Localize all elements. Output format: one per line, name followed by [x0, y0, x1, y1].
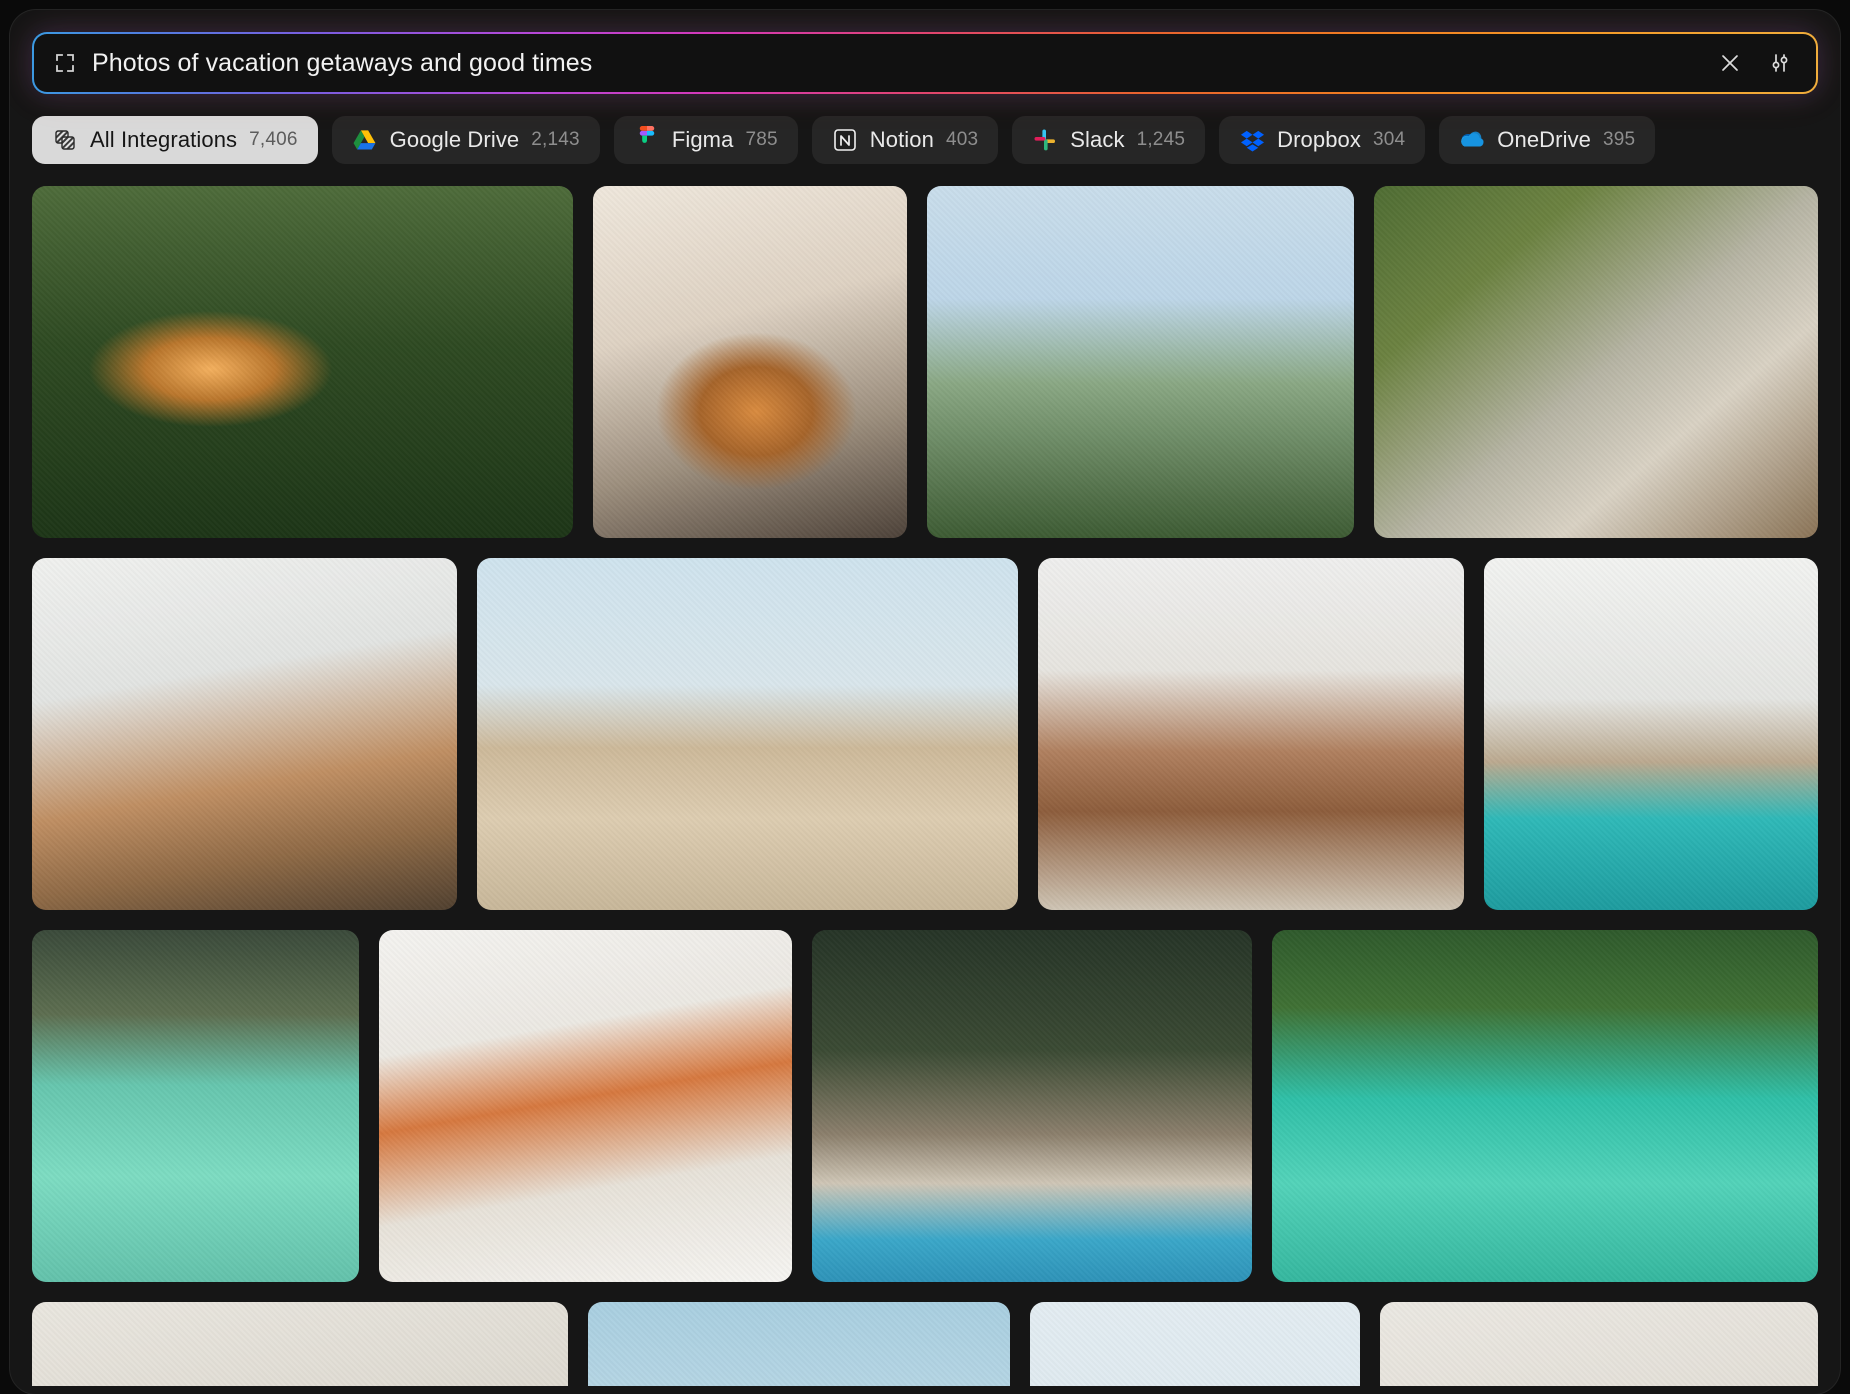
photo-image: [593, 186, 908, 538]
photo-image: [1029, 1302, 1361, 1386]
photo-image: [811, 930, 1253, 1282]
photo-tile[interactable]: [32, 558, 457, 910]
tab-count: 403: [945, 129, 979, 150]
photo-tile[interactable]: [587, 1302, 1010, 1386]
figma-icon: [634, 126, 660, 153]
tab-count: 304: [1372, 129, 1406, 150]
tab-label: OneDrive: [1497, 127, 1592, 152]
photo-image: [587, 1302, 1010, 1386]
photo-image: [32, 558, 457, 910]
tab-label: Notion: [869, 127, 934, 152]
photo-tile[interactable]: [32, 186, 574, 538]
photo-tile[interactable]: [1380, 1302, 1818, 1386]
photo-image: [927, 186, 1354, 538]
photo-tile[interactable]: [32, 930, 359, 1282]
photo-tile[interactable]: [1037, 558, 1465, 910]
sliders-icon[interactable]: [1760, 43, 1800, 83]
photo-image: [32, 930, 359, 1282]
grid-row: [32, 930, 1818, 1282]
tab-count: 1,245: [1136, 129, 1186, 150]
photo-tile[interactable]: [476, 558, 1018, 910]
tab-all[interactable]: All Integrations 7,406: [32, 116, 318, 164]
tab-label: All Integrations: [90, 127, 238, 152]
tab-label: Figma: [671, 127, 734, 152]
photo-image: [32, 1302, 568, 1386]
photo-image: [1037, 558, 1465, 910]
photo-tile[interactable]: [1484, 558, 1818, 910]
layers-icon: [52, 127, 78, 153]
search-bar-inner[interactable]: Photos of vacation getaways and good tim…: [34, 34, 1816, 92]
photo-tile[interactable]: [1373, 186, 1818, 538]
photo-image: [378, 930, 792, 1282]
photo-image: [1484, 558, 1818, 910]
tab-label: Dropbox: [1277, 127, 1361, 152]
photo-tile[interactable]: [378, 930, 792, 1282]
slack-icon: [1032, 127, 1058, 153]
photo-image: [1373, 186, 1818, 538]
onedrive-icon: [1459, 127, 1485, 153]
photo-tile[interactable]: [593, 186, 908, 538]
photo-tile[interactable]: [927, 186, 1354, 538]
tab-count: 395: [1603, 129, 1636, 150]
grid-row: [32, 558, 1818, 910]
photo-tile[interactable]: [32, 1302, 568, 1386]
close-icon[interactable]: [1710, 43, 1750, 83]
grid-row: [32, 186, 1818, 538]
tab-notion[interactable]: Notion 403: [811, 116, 999, 164]
tab-count: 2,143: [531, 129, 580, 150]
results-grid[interactable]: [32, 186, 1818, 1386]
integration-filter-tabs: All Integrations 7,406 Google Drive 2,143 …: [32, 116, 1818, 164]
photo-tile[interactable]: [1029, 1302, 1361, 1386]
grid-row: [32, 1302, 1818, 1386]
tab-count: 785: [745, 129, 778, 150]
search-actions: [1710, 43, 1800, 83]
app-window: Photos of vacation getaways and good tim…: [10, 10, 1840, 1394]
notion-icon: [832, 127, 858, 153]
photo-tile[interactable]: [1272, 930, 1818, 1282]
tab-figma[interactable]: Figma 785: [613, 116, 798, 164]
tab-google-drive[interactable]: Google Drive 2,143: [331, 116, 600, 164]
photo-tile[interactable]: [811, 930, 1253, 1282]
crosshair-expand-icon: [54, 52, 76, 74]
tab-dropbox[interactable]: Dropbox 304: [1219, 116, 1426, 164]
search-bar[interactable]: Photos of vacation getaways and good tim…: [32, 32, 1818, 94]
tab-count: 7,406: [249, 129, 298, 150]
photo-image: [476, 558, 1018, 910]
google-drive-icon: [352, 127, 378, 153]
tab-onedrive[interactable]: OneDrive 395: [1439, 116, 1656, 164]
photo-image: [1272, 930, 1818, 1282]
photo-image: [32, 186, 574, 538]
tab-slack[interactable]: Slack 1,245: [1012, 116, 1206, 164]
search-input[interactable]: Photos of vacation getaways and good tim…: [92, 51, 1710, 76]
photo-image: [1380, 1302, 1818, 1386]
tab-label: Slack: [1070, 127, 1125, 152]
tab-label: Google Drive: [389, 127, 520, 152]
dropbox-icon: [1239, 127, 1265, 153]
